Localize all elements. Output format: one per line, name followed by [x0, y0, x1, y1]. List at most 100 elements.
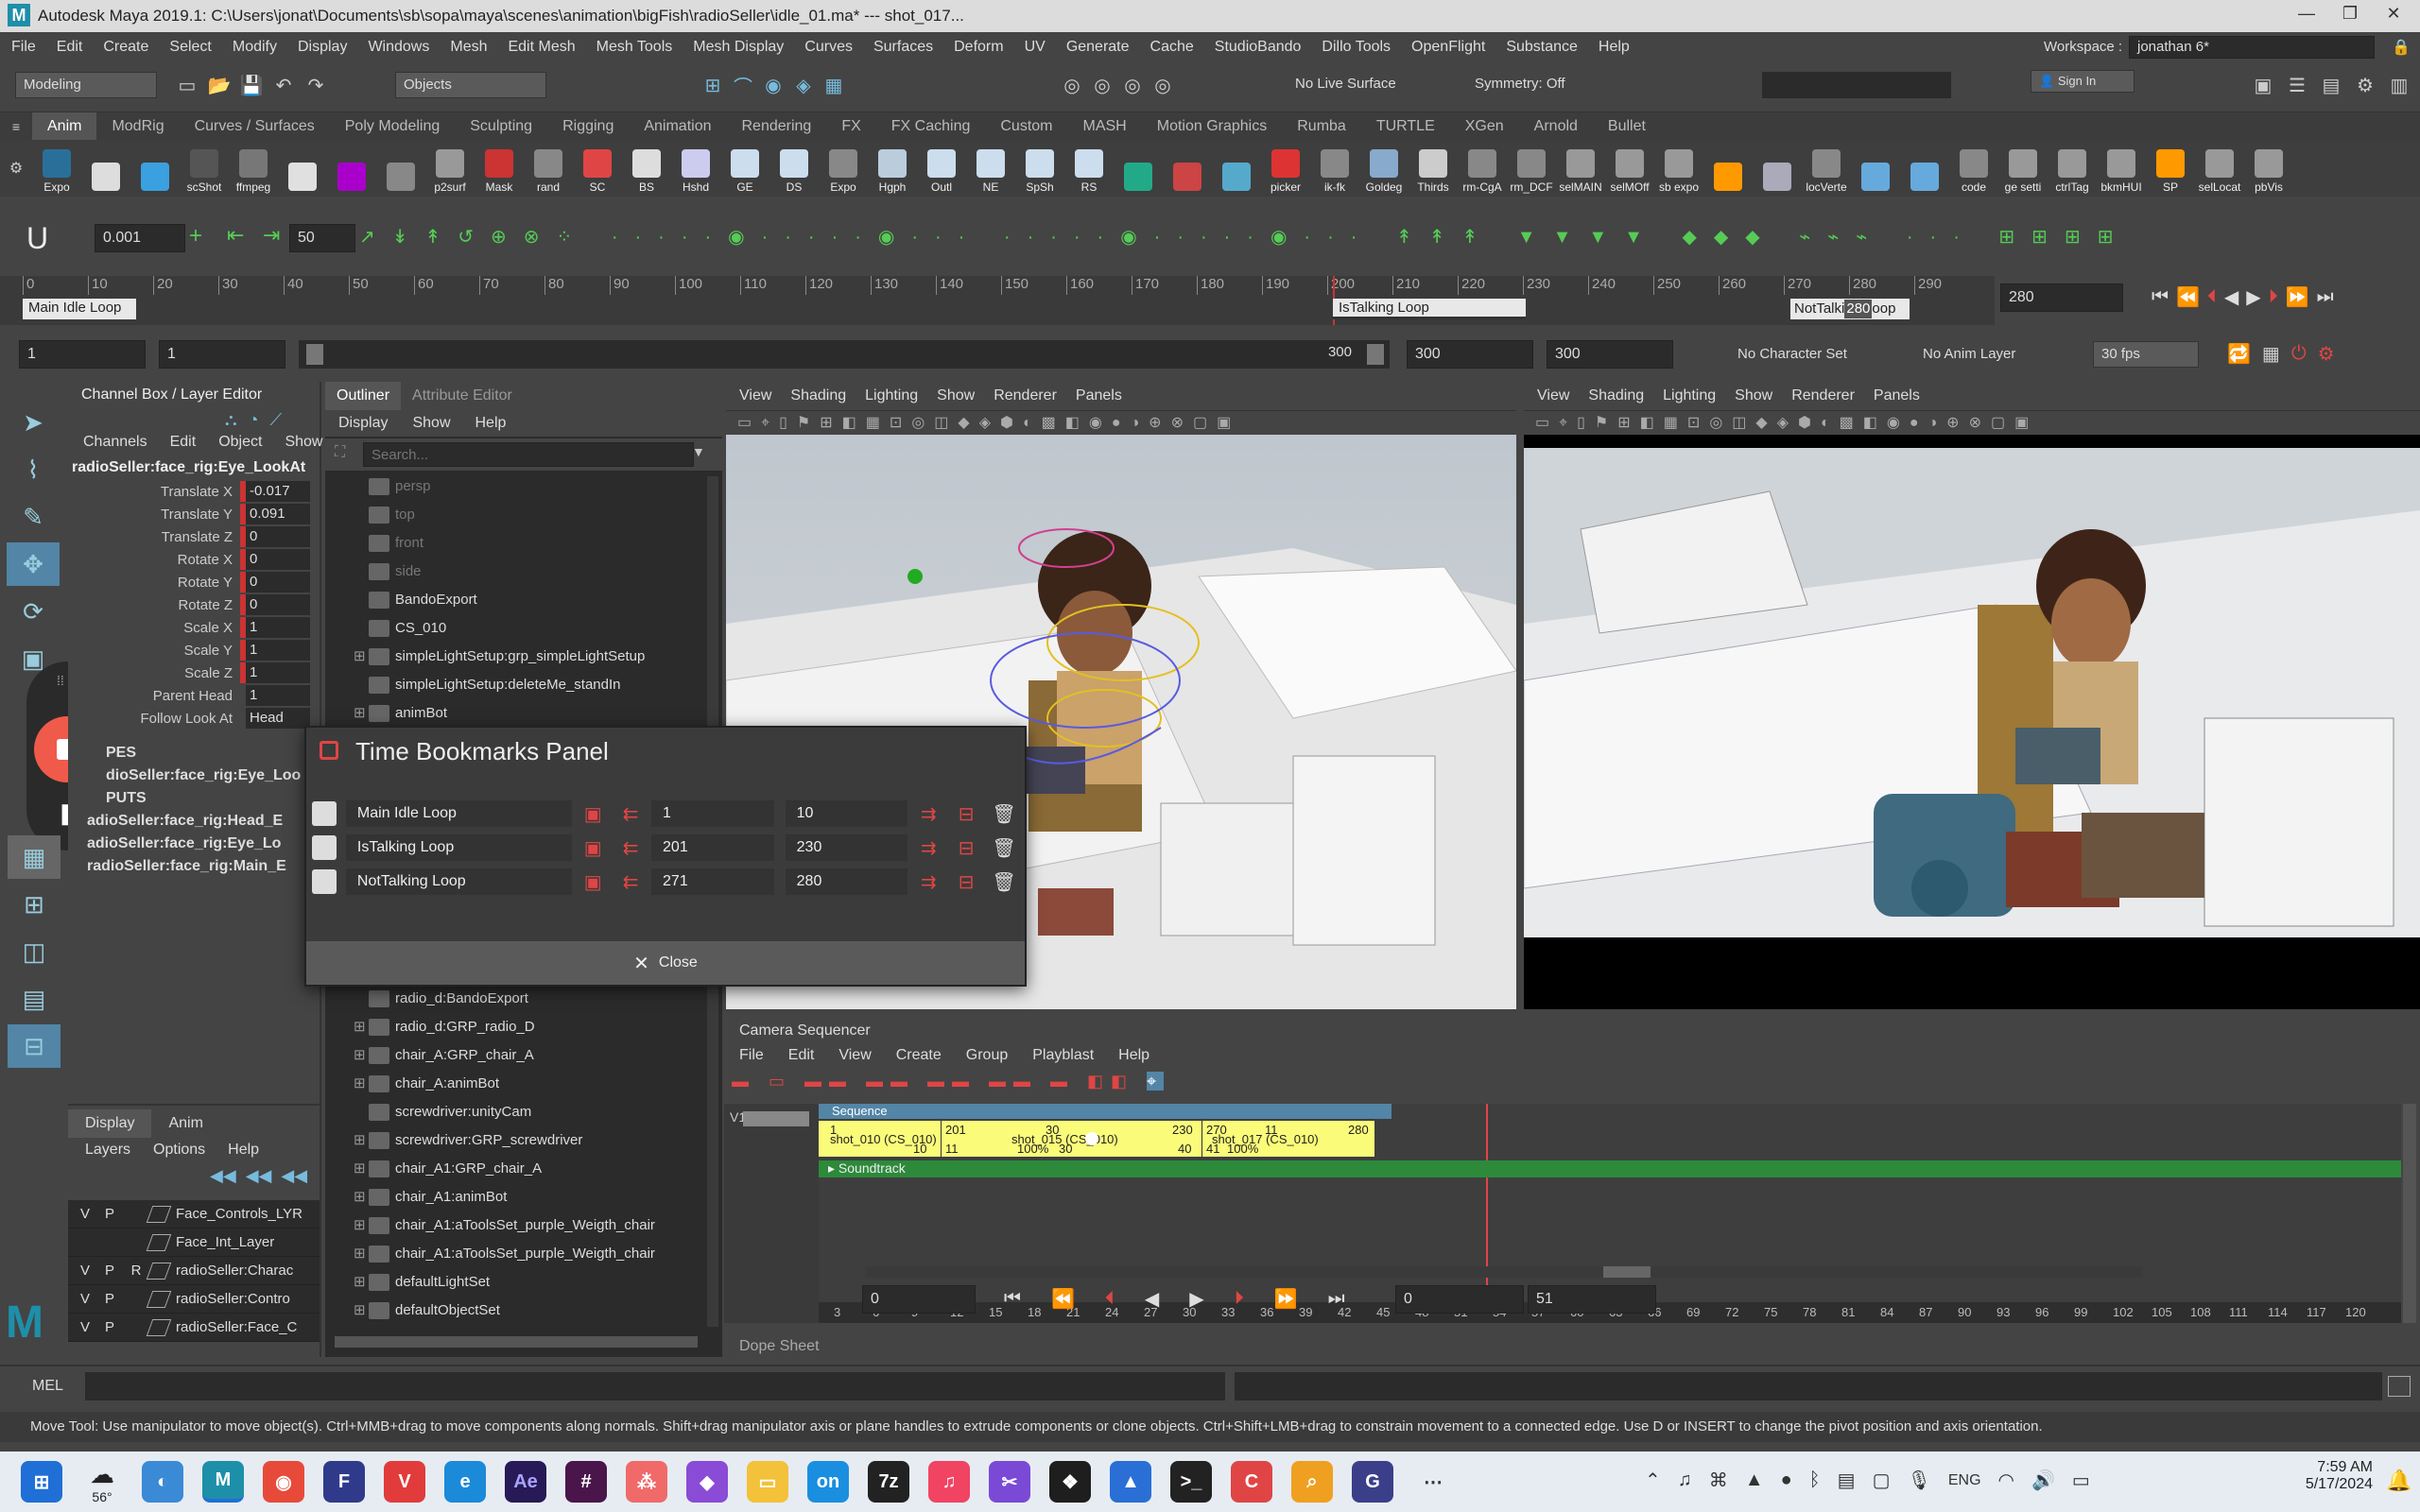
set-start-icon[interactable]: ⇇: [614, 836, 648, 860]
range-handle-left[interactable]: [306, 344, 323, 365]
shelf-button[interactable]: code: [1949, 140, 1998, 197]
bookmark-checkbox[interactable]: [312, 835, 337, 860]
expand-icon[interactable]: ⊞: [354, 643, 369, 671]
cb-attribute-value[interactable]: 1: [240, 617, 310, 638]
snap-surface-icon[interactable]: ▦: [821, 72, 847, 98]
layer-name[interactable]: radioSeller:Contro: [176, 1291, 290, 1307]
open-scene-icon[interactable]: 📂: [206, 72, 233, 98]
layout-two-icon[interactable]: ◫: [8, 930, 60, 973]
battery-icon[interactable]: ▭: [2072, 1469, 2090, 1492]
layer-visibility[interactable]: V: [74, 1206, 96, 1222]
shelf-button[interactable]: [1900, 140, 1949, 197]
viewport-menu-item[interactable]: Panels: [1874, 387, 1920, 404]
shelf-button[interactable]: selMAIN: [1556, 140, 1605, 197]
close-button[interactable]: ✕ Close: [306, 941, 1025, 985]
shelf-button[interactable]: [327, 140, 376, 197]
cb-attribute-value[interactable]: 1: [240, 685, 310, 706]
sequencer-menu-item[interactable]: Help: [1118, 1047, 1150, 1064]
viewport-menu-item[interactable]: Lighting: [1663, 387, 1716, 404]
shelf-settings-icon[interactable]: ⚙: [0, 155, 32, 181]
drag-handle-icon[interactable]: ⁞⁞: [57, 673, 64, 688]
seq-prev-key-icon[interactable]: ⏴: [1105, 1288, 1115, 1310]
menu-item[interactable]: Create: [103, 39, 148, 56]
range-end-field[interactable]: 300: [1407, 340, 1533, 369]
shelf-tab[interactable]: Sculpting: [455, 112, 547, 141]
set-start-icon[interactable]: ⇇: [614, 870, 648, 894]
viewport-menu-item[interactable]: Renderer: [1791, 387, 1855, 404]
outliner-item[interactable]: BandoExport: [325, 586, 477, 614]
outliner-item[interactable]: ⊞ defaultLightSet: [325, 1268, 490, 1297]
viewport-camera[interactable]: View Shading Lighting Show Renderer Panels ▭⌖…: [1524, 382, 2420, 1009]
tray-icon-6[interactable]: ▤: [1838, 1469, 1856, 1492]
app-icon-f[interactable]: F: [323, 1461, 365, 1503]
notification-icon[interactable]: 🔔: [2386, 1469, 2411, 1493]
input-item[interactable]: adioSeller:face_rig:Eye_Lo: [87, 835, 286, 858]
custom-tool-icons[interactable]: ↗↡↟↺⊕⊗⁘ ·····◉·····◉··· ·····◉·····◉··· …: [359, 225, 2155, 251]
tool-settings-icon[interactable]: ⚙: [2352, 72, 2378, 98]
shelf-button[interactable]: DS: [769, 140, 819, 197]
go-start-icon[interactable]: ⏮: [2152, 286, 2169, 308]
outliner-item[interactable]: persp: [325, 472, 431, 501]
shelf-button[interactable]: bkmHUI: [2097, 140, 2146, 197]
slack-icon[interactable]: #: [565, 1461, 607, 1503]
cb-icon-3[interactable]: ⟋: [269, 410, 282, 430]
outliner-item[interactable]: ⊞ chair_A1:aToolsSet_purple_Weigth_chair: [325, 1240, 655, 1268]
range-handle-right[interactable]: [1367, 344, 1384, 365]
vivaldi-icon[interactable]: V: [384, 1461, 425, 1503]
viewport-menu-item[interactable]: Lighting: [865, 387, 918, 404]
render-icon[interactable]: ◎: [1059, 72, 1085, 98]
shelf-button[interactable]: Outl: [917, 140, 966, 197]
shelf-tab[interactable]: FX: [826, 112, 875, 141]
outliner-item[interactable]: ⊞ chair_A1:animBot: [325, 1183, 507, 1211]
workspace-dropdown[interactable]: jonathan 6*: [2129, 36, 2375, 59]
mel-input[interactable]: [85, 1372, 1225, 1400]
sequencer-menu-item[interactable]: View: [838, 1047, 871, 1064]
music-icon[interactable]: ♫: [928, 1461, 970, 1503]
sequence-bar[interactable]: Sequence: [819, 1104, 1392, 1119]
weather-widget[interactable]: ☁ 56°: [72, 1460, 132, 1504]
layer-menu-item[interactable]: Help: [228, 1136, 259, 1164]
shelf-button[interactable]: [130, 140, 180, 197]
shot-015[interactable]: 201 11 30 shot_015 (CS_010) 100% 30 230 …: [942, 1121, 1202, 1157]
layer-visibility[interactable]: V: [74, 1291, 96, 1307]
range-start-field[interactable]: 1: [159, 340, 285, 369]
menuset-dropdown[interactable]: Modeling: [15, 72, 157, 98]
menu-item[interactable]: Cache: [1150, 39, 1194, 56]
shelf-button[interactable]: selLocat: [2195, 140, 2244, 197]
shelf-button[interactable]: Hshd: [671, 140, 720, 197]
key-left-icon[interactable]: ⇤: [227, 223, 244, 248]
layer-row[interactable]: Face_Int_Layer: [68, 1228, 320, 1257]
bookmark-range-icon[interactable]: ⊟: [949, 802, 983, 826]
shelf-tab[interactable]: FX Caching: [876, 112, 986, 141]
outliner-item[interactable]: simpleLightSetup:deleteMe_standIn: [325, 671, 621, 699]
cb-attribute-value[interactable]: 1: [240, 662, 310, 683]
expand-icon[interactable]: ⊞: [354, 1183, 369, 1211]
shelf-button[interactable]: [81, 140, 130, 197]
rotate-tool-icon[interactable]: ⟳: [7, 590, 60, 633]
outliner-item[interactable]: ⊞ simpleLightSetup:grp_simpleLightSetup: [325, 643, 645, 671]
soundtrack-bar[interactable]: ▸ Soundtrack: [819, 1160, 2401, 1177]
sequencer-menu-item[interactable]: Group: [966, 1047, 1008, 1064]
tray-icon-2[interactable]: ⌘: [1709, 1469, 1728, 1492]
viewport-menu-item[interactable]: Show: [1735, 387, 1772, 404]
close-icon[interactable]: ✕: [2375, 4, 2412, 28]
shelf-button[interactable]: RS: [1064, 140, 1114, 197]
layer-row[interactable]: V PradioSeller:Contro: [68, 1285, 320, 1314]
menu-item[interactable]: Generate: [1066, 39, 1130, 56]
delete-bookmark-icon[interactable]: 🗑: [987, 802, 1021, 826]
cb-attribute-row[interactable]: Rotate X 0: [68, 548, 320, 571]
shelf-button[interactable]: BS: [622, 140, 671, 197]
shapes-item[interactable]: dioSeller:face_rig:Eye_Loo: [106, 767, 301, 784]
shelf-tab[interactable]: Custom: [985, 112, 1067, 141]
viewport-left-toolbar[interactable]: ▭⌖▯⚑⊞◧▦⊡◎◫◆◈⬢◐▩◧◉●◑⊕⊗▢▣: [726, 410, 1516, 435]
snap-point-icon[interactable]: ◉: [760, 72, 786, 98]
outliner-item[interactable]: ⊞ chair_A:GRP_chair_A: [325, 1041, 534, 1070]
time-slider[interactable]: 0 10 20 30 40 50 60 70 80 90 100 110 120 130 140 150 160…: [0, 276, 1995, 325]
go-end-icon[interactable]: ⏭: [2317, 286, 2334, 308]
layer-tab[interactable]: Anim: [151, 1109, 219, 1138]
shelf-tab[interactable]: Animation: [629, 112, 726, 141]
tolerance-field[interactable]: 0.001: [95, 224, 185, 252]
cb-attribute-row[interactable]: Scale Z 1: [68, 662, 320, 684]
set-bookmark-icon[interactable]: ▣: [576, 836, 610, 860]
onenote-icon[interactable]: on: [807, 1461, 849, 1503]
